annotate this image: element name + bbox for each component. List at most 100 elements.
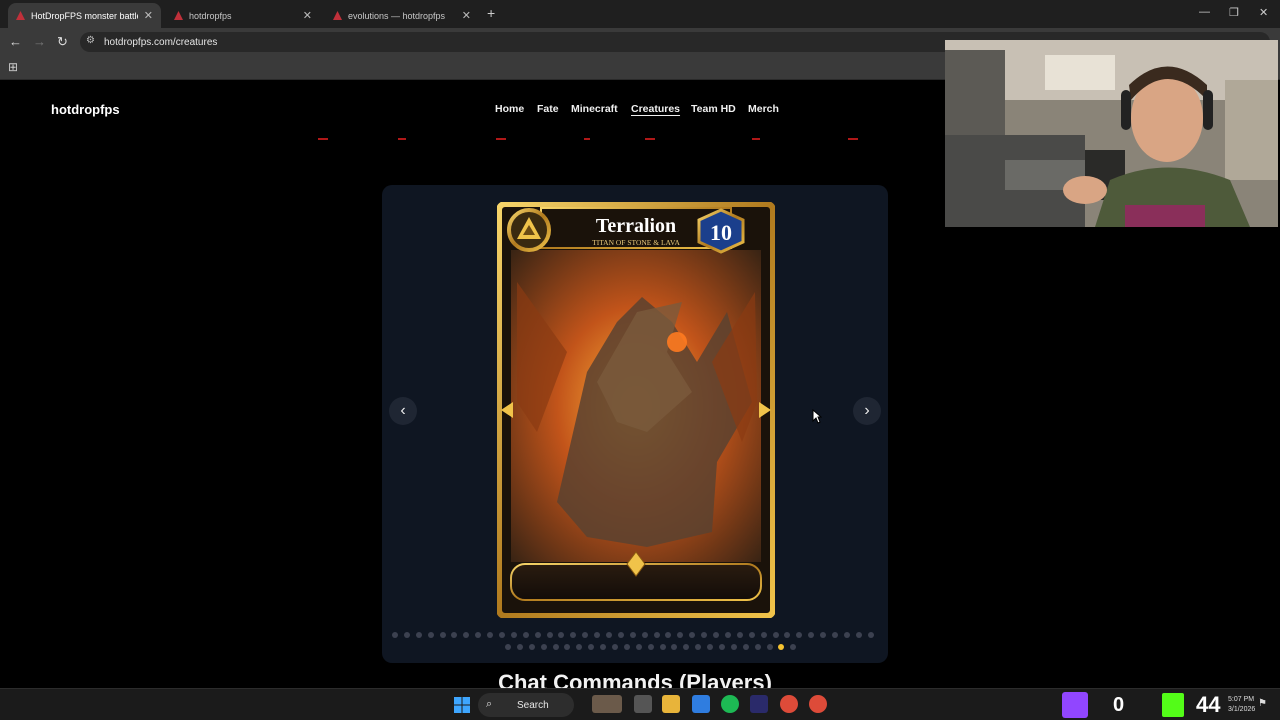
carousel-dot[interactable] — [843, 632, 850, 638]
apps-grid-icon[interactable]: ⊞ — [8, 60, 18, 74]
close-tab-icon[interactable]: ✕ — [303, 9, 312, 22]
carousel-dot[interactable] — [516, 644, 523, 650]
notepad-icon[interactable] — [692, 695, 710, 713]
carousel-dot[interactable] — [403, 632, 410, 638]
spotify-icon[interactable] — [721, 695, 739, 713]
carousel-dot[interactable] — [546, 632, 553, 638]
carousel-dot[interactable] — [528, 644, 535, 650]
carousel-dot[interactable] — [540, 644, 547, 650]
carousel-dot[interactable] — [689, 632, 696, 638]
carousel-dot[interactable] — [623, 644, 630, 650]
carousel-dot[interactable] — [499, 632, 506, 638]
carousel-dot[interactable] — [576, 644, 583, 650]
carousel-dot[interactable] — [641, 632, 648, 638]
carousel-dot[interactable] — [582, 632, 589, 638]
site-info-icon[interactable]: ⚙ — [86, 35, 95, 46]
chrome-icon[interactable] — [780, 695, 798, 713]
carousel-dot[interactable] — [808, 632, 815, 638]
taskbar-time[interactable]: 5:07 PM — [1228, 696, 1254, 703]
close-tab-icon[interactable]: ✕ — [462, 9, 471, 22]
carousel-dot[interactable] — [766, 644, 773, 650]
carousel-dot[interactable] — [784, 632, 791, 638]
carousel-dot[interactable] — [754, 644, 761, 650]
tab-2[interactable]: hotdropfps ✕ — [166, 3, 320, 28]
tab-1[interactable]: HotDropFPS monster battle sty ✕ — [8, 3, 161, 28]
carousel-dot[interactable] — [748, 632, 755, 638]
carousel-dot[interactable] — [820, 632, 827, 638]
maximize-icon[interactable]: ❐ — [1229, 6, 1239, 19]
site-brand[interactable]: hotdropfps — [51, 102, 120, 117]
carousel-dot[interactable] — [510, 632, 517, 638]
minimize-icon[interactable]: — — [1199, 6, 1210, 18]
carousel-dot[interactable] — [635, 644, 642, 650]
hud-fx-icon[interactable] — [750, 695, 768, 713]
new-tab-button[interactable]: + — [487, 5, 495, 21]
taskbar-date[interactable]: 3/1/2026 — [1228, 706, 1255, 713]
file-explorer-icon[interactable] — [662, 695, 680, 713]
carousel-dot[interactable] — [707, 644, 714, 650]
tab-3[interactable]: evolutions — hotdropfps ✕ — [325, 3, 479, 28]
nav-link-fate[interactable]: Fate — [537, 103, 559, 115]
carousel-dot[interactable] — [796, 632, 803, 638]
carousel-dot[interactable] — [671, 644, 678, 650]
carousel-dot[interactable] — [683, 644, 690, 650]
nav-link-minecraft[interactable]: Minecraft — [571, 103, 618, 115]
carousel-dot[interactable] — [724, 632, 731, 638]
carousel-dot[interactable] — [730, 644, 737, 650]
carousel-dot[interactable] — [594, 632, 601, 638]
nav-link-merch[interactable]: Merch — [748, 103, 779, 115]
carousel-dot[interactable] — [427, 632, 434, 638]
carousel-dot[interactable] — [831, 632, 838, 638]
carousel-dot[interactable] — [659, 644, 666, 650]
creature-card[interactable]: 10 Terralion TITAN OF STONE & LAVA — [497, 202, 775, 618]
carousel-dot[interactable] — [677, 632, 684, 638]
carousel-dot[interactable] — [760, 632, 767, 638]
carousel-dot[interactable] — [475, 632, 482, 638]
carousel-dot[interactable] — [790, 644, 797, 650]
carousel-dot[interactable] — [606, 632, 613, 638]
close-tab-icon[interactable]: ✕ — [144, 9, 153, 22]
carousel-dot[interactable] — [522, 632, 529, 638]
url-text[interactable]: hotdropfps.com/creatures — [104, 37, 217, 48]
carousel-dot[interactable] — [736, 632, 743, 638]
carousel-dot[interactable] — [558, 632, 565, 638]
carousel-dot[interactable] — [415, 632, 422, 638]
carousel-dot[interactable] — [534, 632, 541, 638]
close-window-icon[interactable]: ✕ — [1259, 6, 1268, 19]
task-view-icon[interactable] — [634, 695, 652, 713]
carousel-dot[interactable] — [695, 644, 702, 650]
chrome-profile-icon[interactable] — [809, 695, 827, 713]
notification-bell-icon[interactable]: ⚑ — [1258, 698, 1267, 709]
nav-link-team-hd[interactable]: Team HD — [691, 103, 736, 115]
carousel-dot[interactable] — [719, 644, 726, 650]
carousel-dot[interactable] — [855, 632, 862, 638]
carousel-dot[interactable] — [647, 644, 654, 650]
nav-link-creatures[interactable]: Creatures — [631, 103, 680, 115]
carousel-dot[interactable] — [505, 644, 511, 650]
nav-link-home[interactable]: Home — [495, 103, 524, 115]
search-highlight-icon[interactable] — [592, 695, 622, 713]
carousel-dot[interactable] — [451, 632, 458, 638]
reload-icon[interactable]: ↻ — [57, 34, 68, 50]
carousel-dot[interactable] — [439, 632, 446, 638]
carousel-dot[interactable] — [665, 632, 672, 638]
carousel-dot[interactable] — [564, 644, 571, 650]
carousel-dot[interactable] — [617, 632, 624, 638]
carousel-dot[interactable] — [629, 632, 636, 638]
carousel-dot[interactable] — [588, 644, 595, 650]
carousel-dot[interactable] — [612, 644, 619, 650]
carousel-dot[interactable] — [392, 632, 398, 638]
carousel-dot[interactable] — [600, 644, 607, 650]
carousel-dot[interactable] — [701, 632, 708, 638]
windows-start-icon[interactable] — [454, 697, 470, 713]
carousel-dot[interactable] — [778, 644, 785, 650]
carousel-dot[interactable] — [570, 632, 577, 638]
carousel-prev-button[interactable]: ‹ — [389, 397, 417, 425]
carousel-next-button[interactable]: › — [853, 397, 881, 425]
carousel-dot[interactable] — [742, 644, 749, 650]
carousel-dot[interactable] — [713, 632, 720, 638]
carousel-dot[interactable] — [867, 632, 874, 638]
carousel-dot[interactable] — [653, 632, 660, 638]
forward-arrow-icon[interactable]: → — [33, 34, 46, 49]
back-arrow-icon[interactable]: ← — [9, 34, 22, 49]
